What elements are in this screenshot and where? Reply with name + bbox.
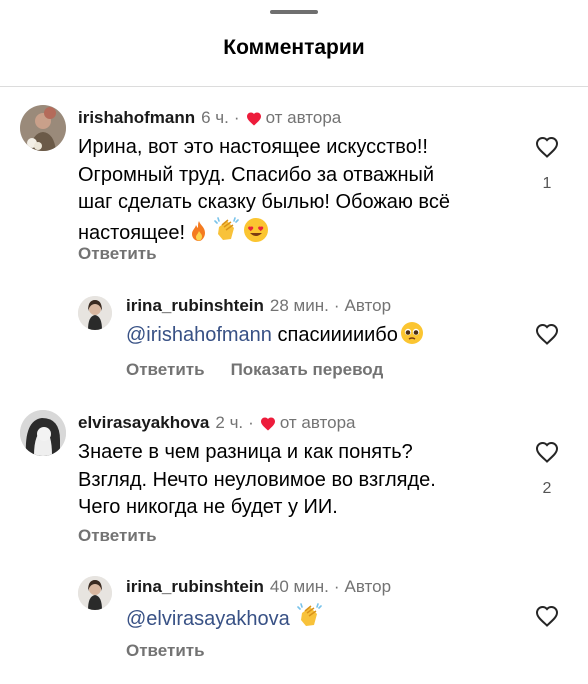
like-heart-icon[interactable] xyxy=(535,605,559,627)
separator: · xyxy=(333,296,340,315)
reply-button[interactable]: Ответить xyxy=(78,526,157,546)
username[interactable]: irina_rubinshtein xyxy=(126,577,264,597)
like-count: 1 xyxy=(542,175,552,192)
separator: · xyxy=(233,108,240,127)
separator: · xyxy=(333,577,340,596)
separator: · xyxy=(248,413,254,432)
sheet-title: Комментарии xyxy=(223,36,365,59)
username[interactable]: irina_rubinshtein xyxy=(126,296,264,316)
like-heart-icon[interactable] xyxy=(535,136,559,158)
pleading-face-emoji-icon xyxy=(400,321,424,345)
heart-eyes-emoji-icon xyxy=(243,217,269,243)
from-author-label: от автора xyxy=(279,413,356,432)
like-count: 2 xyxy=(542,480,552,497)
clapping-hands-emoji-icon xyxy=(213,216,241,243)
username[interactable]: irishahofmann xyxy=(78,108,195,128)
timestamp: 28 мин. xyxy=(269,296,329,315)
comment-text: Ирина, вот это настоящее искусство!! Огр… xyxy=(78,136,450,244)
timestamp: 40 мин. xyxy=(269,577,329,596)
show-translation-button[interactable]: Показать перевод xyxy=(231,360,384,380)
author-label: Автор xyxy=(344,577,392,596)
clapping-hands-emoji-icon xyxy=(296,603,324,629)
comment-text: @irishahofmann спасииииибо xyxy=(126,321,424,350)
username[interactable]: elvirasayakhova xyxy=(78,413,209,433)
timestamp: 6 ч. xyxy=(201,108,229,127)
comment-text: @elvirasayakhova xyxy=(126,603,324,634)
mention-link[interactable]: @elvirasayakhova xyxy=(126,608,290,630)
author-heart-icon xyxy=(260,416,276,431)
avatar[interactable] xyxy=(20,105,66,151)
mention-link[interactable]: @irishahofmann xyxy=(126,324,272,346)
author-heart-icon xyxy=(246,111,262,126)
reply-button[interactable]: Ответить xyxy=(126,641,205,661)
sheet-drag-handle[interactable] xyxy=(270,10,318,14)
from-author-label: от автора xyxy=(265,108,342,127)
avatar[interactable] xyxy=(78,576,112,610)
author-label: Автор xyxy=(344,296,392,315)
timestamp: 2 ч. xyxy=(215,413,244,432)
comment-text: Знаете в чем разница и как понять? Взгля… xyxy=(78,441,436,518)
avatar[interactable] xyxy=(78,296,112,330)
fire-emoji-icon xyxy=(187,219,211,243)
reply-button[interactable]: Ответить xyxy=(78,244,157,264)
like-heart-icon[interactable] xyxy=(535,323,559,345)
reply-button[interactable]: Ответить xyxy=(126,360,205,380)
avatar[interactable] xyxy=(20,410,66,456)
like-heart-icon[interactable] xyxy=(535,441,559,463)
header-divider xyxy=(0,86,588,87)
